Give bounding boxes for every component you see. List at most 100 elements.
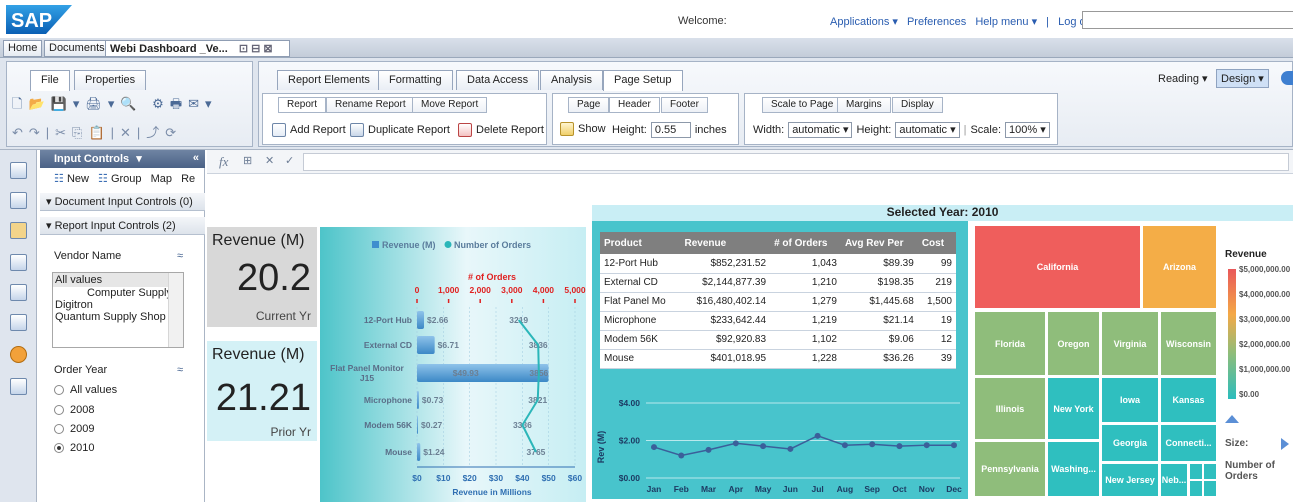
tab-webi-dashboard[interactable]: Webi Dashboard _Ve... ⊡ ⊟ ⊠ — [105, 40, 290, 57]
treemap-cell[interactable] — [1189, 480, 1203, 497]
subtab-footer[interactable]: Footer — [661, 97, 708, 113]
table-row[interactable]: Mouse $401,018.95 1,228 $36.26 39 — [600, 349, 956, 369]
report-input-controls-section[interactable]: ▾ Report Input Controls (2) — [40, 217, 205, 235]
design-mode[interactable]: Design ▾ — [1216, 69, 1269, 88]
list-item[interactable]: Digitron — [53, 299, 183, 311]
subtab-page[interactable]: Page — [568, 97, 610, 113]
formula-editor-icon[interactable]: ⊞ — [243, 154, 252, 167]
edit-toolbar-icons[interactable]: ↶↷|✂⎘📋|✕|⤴⟳ — [12, 122, 182, 141]
data-point[interactable] — [814, 432, 821, 439]
cancel-icon[interactable]: ✕ — [265, 154, 274, 167]
tab-actions-icon[interactable]: ⊡ ⊟ ⊠ — [239, 43, 273, 55]
treemap-cell[interactable]: Illinois — [974, 377, 1046, 440]
treemap-cell[interactable]: Washing... — [1047, 441, 1100, 497]
show-header-button[interactable]: Show — [560, 122, 606, 136]
treemap-cell[interactable]: Neb... — [1160, 463, 1188, 497]
treemap-cell[interactable]: New York — [1047, 377, 1100, 440]
list-item[interactable]: Quantum Supply Shop — [53, 311, 183, 323]
upload-icon[interactable] — [10, 284, 27, 301]
data-point[interactable] — [705, 446, 712, 453]
revenue-bar[interactable] — [417, 416, 418, 434]
search-input[interactable] — [1082, 11, 1293, 29]
links-icon[interactable] — [10, 346, 27, 363]
column-header[interactable]: Revenue — [680, 232, 771, 254]
kpi-current-year[interactable]: Revenue (M) 20.2 Current Yr — [207, 227, 317, 327]
treemap-cell[interactable] — [1203, 480, 1217, 497]
subtab-rename-report[interactable]: Rename Report — [326, 97, 415, 113]
data-point[interactable] — [678, 452, 685, 459]
table-row[interactable]: Microphone $233,642.44 1,219 $21.14 19 — [600, 311, 956, 331]
revenue-orders-bar-chart[interactable]: Revenue (M) Number of Orders # of Orders 0 1… — [320, 227, 586, 502]
input-controls-icon[interactable] — [10, 222, 27, 239]
scroll-up-icon[interactable] — [1225, 415, 1239, 423]
validate-icon[interactable]: ✓ — [285, 154, 294, 167]
treemap-cell[interactable]: New Jersey — [1101, 463, 1159, 497]
variables-icon[interactable] — [10, 254, 27, 271]
treemap-cell[interactable] — [1189, 463, 1203, 480]
edit-icon[interactable] — [10, 314, 27, 331]
state-revenue-treemap[interactable]: California Arizona Florida Oregon Virginia Wi… — [974, 225, 1217, 497]
tab-properties[interactable]: Properties — [74, 70, 147, 90]
data-point[interactable] — [896, 443, 903, 450]
treemap-cell[interactable]: Connecti... — [1160, 424, 1217, 462]
file-toolbar-icons[interactable]: 🗋📂💾▾🖨▾🔍 ⚙🖶✉▾ — [12, 95, 218, 117]
list-item[interactable]: Computer Supply — [53, 287, 183, 299]
data-point[interactable] — [787, 445, 794, 452]
tab-formatting[interactable]: Formatting — [378, 70, 453, 90]
treemap-cell[interactable]: Arizona — [1142, 225, 1217, 309]
treemap-cell[interactable]: Georgia — [1101, 424, 1159, 462]
document-input-controls-section[interactable]: ▾ Document Input Controls (0) — [40, 193, 205, 211]
column-header[interactable]: Avg Rev Per — [840, 232, 918, 254]
radio-2009[interactable]: 2009 — [54, 423, 94, 435]
data-point[interactable] — [651, 444, 657, 451]
data-point[interactable] — [732, 440, 739, 447]
subtab-margins[interactable]: Margins — [837, 97, 891, 113]
tab-report-elements[interactable]: Report Elements — [277, 70, 381, 90]
radio-2008[interactable]: 2008 — [54, 404, 94, 416]
treemap-cell[interactable]: Iowa — [1101, 377, 1159, 423]
treemap-cell[interactable]: Pennsylvania — [974, 441, 1046, 497]
document-icon[interactable] — [10, 162, 27, 179]
data-point[interactable] — [841, 442, 848, 449]
treemap-cell[interactable] — [1203, 463, 1217, 480]
collapse-up-icon[interactable]: ≈ — [177, 250, 183, 262]
column-header[interactable]: # of Orders — [770, 232, 841, 254]
tab-analysis[interactable]: Analysis — [540, 70, 603, 90]
preferences-link[interactable]: Preferences — [907, 16, 966, 28]
treemap-cell[interactable]: Wisconsin — [1160, 311, 1217, 376]
re-button[interactable]: Re — [181, 173, 195, 185]
chevron-down-icon[interactable]: ▾ — [136, 153, 142, 165]
page-height-select[interactable]: automatic ▾ — [895, 122, 960, 138]
radio-2010[interactable]: 2010 — [54, 442, 94, 454]
subtab-header[interactable]: Header — [609, 97, 660, 113]
new-button[interactable]: New — [67, 173, 89, 185]
function-icon[interactable]: fx — [219, 154, 228, 170]
width-select[interactable]: automatic ▾ — [788, 122, 853, 138]
structure-icon[interactable] — [10, 192, 27, 209]
table-row[interactable]: Modem 56K $92,920.83 1,102 $9.06 12 — [600, 330, 956, 350]
table-row[interactable]: External CD $2,144,877.39 1,210 $198.35 219 — [600, 273, 956, 293]
group-button[interactable]: Group — [111, 173, 142, 185]
kpi-prior-year[interactable]: Revenue (M) 21.21 Prior Yr — [207, 341, 317, 441]
table-row[interactable]: Flat Panel Mo $16,480,402.14 1,279 $1,445.6… — [600, 292, 956, 312]
map-button[interactable]: Map — [151, 173, 172, 185]
next-arrow-icon[interactable] — [1281, 438, 1289, 450]
tab-data-access[interactable]: Data Access — [456, 70, 540, 90]
applications-link[interactable]: Applications ▾ — [830, 16, 898, 28]
radio-all-values[interactable]: All values — [54, 384, 117, 396]
collapse-up-icon[interactable]: ≈ — [177, 364, 183, 376]
subtab-report[interactable]: Report — [278, 97, 327, 113]
revenue-bar[interactable] — [417, 391, 419, 409]
listbox-scrollbar[interactable] — [168, 273, 183, 347]
subtab-scale-to-page[interactable]: Scale to Page — [762, 97, 843, 113]
monthly-revenue-line-chart[interactable]: Rev (M) $0.00 $2.00 $4.00 Jan Feb Mar Apr May Jun… — [592, 391, 968, 499]
help-menu-link[interactable]: Help menu ▾ — [975, 16, 1037, 28]
tab-file[interactable]: File — [30, 70, 70, 91]
treemap-cell[interactable]: Oregon — [1047, 311, 1100, 376]
help-icon[interactable] — [1281, 71, 1293, 85]
data-point[interactable] — [923, 442, 930, 449]
treemap-cell[interactable]: California — [974, 225, 1141, 309]
scale-select[interactable]: 100% ▾ — [1005, 122, 1050, 138]
subtab-display[interactable]: Display — [892, 97, 943, 113]
add-report-button[interactable]: Add Report — [272, 123, 346, 137]
